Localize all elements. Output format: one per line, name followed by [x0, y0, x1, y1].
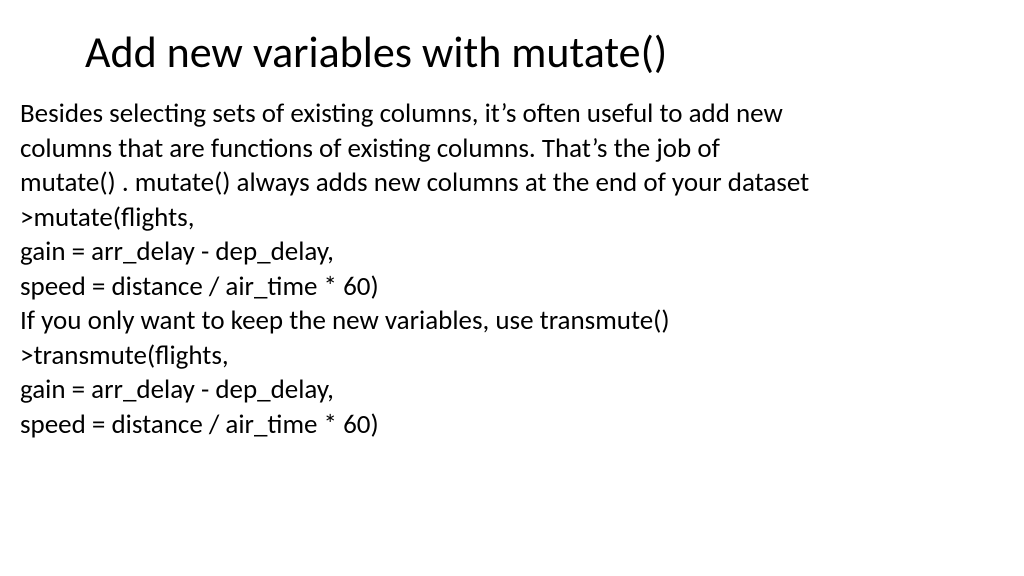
- body-line: speed = distance / air_time * 60): [20, 270, 1004, 305]
- slide: Add new variables with mutate() Besides …: [0, 0, 1024, 462]
- body-line: >mutate(flights,: [20, 201, 1004, 236]
- body-line: gain = arr_delay - dep_delay,: [20, 373, 1004, 408]
- slide-title: Add new variables with mutate(): [85, 25, 1004, 79]
- body-line: >transmute(flights,: [20, 339, 1004, 374]
- body-line: mutate() . mutate() always adds new colu…: [20, 166, 1004, 201]
- slide-body: Besides selecting sets of existing colum…: [20, 97, 1004, 442]
- body-line: If you only want to keep the new variabl…: [20, 304, 1004, 339]
- body-line: Besides selecting sets of existing colum…: [20, 97, 1004, 132]
- body-line: speed = distance / air_time * 60): [20, 408, 1004, 443]
- body-line: gain = arr_delay - dep_delay,: [20, 235, 1004, 270]
- body-line: columns that are functions of existing c…: [20, 132, 1004, 167]
